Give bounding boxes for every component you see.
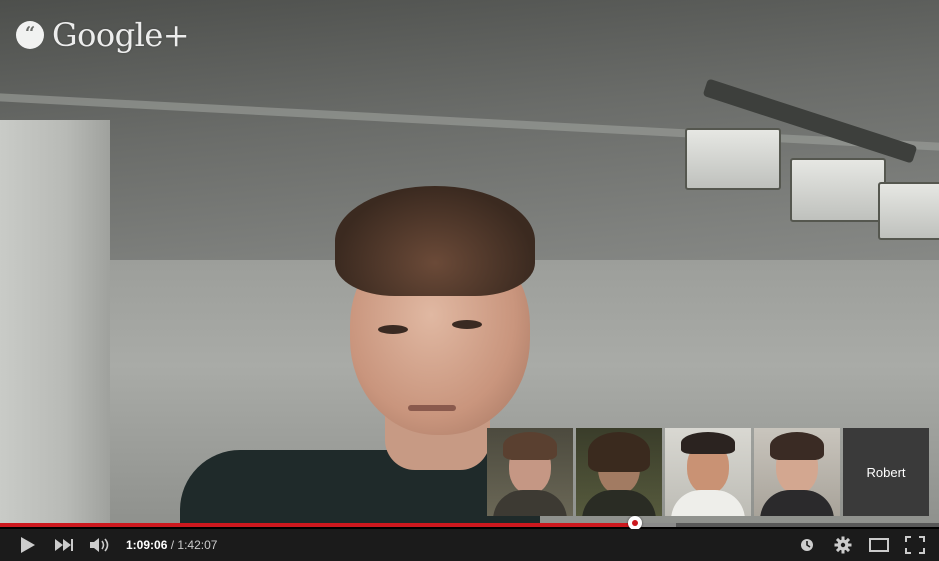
person-mouth (408, 405, 456, 411)
thumb-body (760, 490, 834, 516)
thumb-body (493, 490, 567, 516)
main-video-feed[interactable]: “ Google+ Robert (0, 0, 939, 524)
progress-scrubber[interactable] (628, 516, 643, 530)
person-shirt (180, 450, 540, 524)
hangouts-quote-icon: “ (16, 21, 44, 49)
participant-name-tile[interactable]: Robert (843, 428, 929, 516)
fullscreen-icon (905, 536, 925, 554)
participant-thumbnail[interactable] (487, 428, 573, 516)
participant-thumbnail[interactable] (576, 428, 662, 516)
theater-mode-button[interactable] (861, 529, 897, 561)
gear-icon (834, 536, 852, 554)
lamp-shade (685, 128, 781, 190)
watch-later-icon (801, 539, 813, 551)
google-plus-logo: “ Google+ (16, 16, 190, 54)
thumb-body (671, 490, 745, 516)
thumb-body (582, 490, 656, 516)
person-eye (378, 325, 408, 334)
current-time: 1:09:06 (126, 538, 168, 552)
scene-left-wall (0, 120, 110, 524)
thumb-hair (588, 432, 650, 472)
person-hair (335, 186, 535, 296)
theater-mode-icon (869, 538, 889, 552)
thumb-hair (770, 432, 824, 460)
participant-filmstrip: Robert (487, 428, 929, 516)
next-button[interactable] (46, 529, 82, 561)
time-display: 1:09:06 / 1:42:07 (126, 538, 217, 552)
thumb-hair (503, 432, 557, 460)
participant-name: Robert (866, 464, 906, 480)
settings-button[interactable] (825, 529, 861, 561)
play-icon (21, 537, 35, 553)
time-separator: / (167, 538, 178, 552)
watch-later-button[interactable] (789, 529, 825, 561)
progress-bar[interactable] (0, 516, 939, 530)
player-controls: 1:09:06 / 1:42:07 (0, 529, 939, 561)
volume-button[interactable] (82, 529, 118, 561)
progress-track (0, 523, 939, 527)
thumb-hair (681, 432, 735, 454)
video-player[interactable]: “ Google+ Robert 1:09:06 / 1:42:07 (0, 0, 939, 561)
duration: 1:42:07 (177, 538, 218, 552)
play-button[interactable] (10, 529, 46, 561)
logo-text: Google+ (52, 16, 190, 54)
lamp-shade (790, 158, 886, 222)
progress-played (0, 523, 636, 527)
volume-icon (90, 538, 109, 552)
next-icon (55, 539, 73, 551)
participant-thumbnail[interactable] (754, 428, 840, 516)
participant-thumbnail[interactable] (665, 428, 751, 516)
lamp-shade (878, 182, 939, 240)
fullscreen-button[interactable] (897, 529, 933, 561)
person-eye (452, 320, 482, 329)
